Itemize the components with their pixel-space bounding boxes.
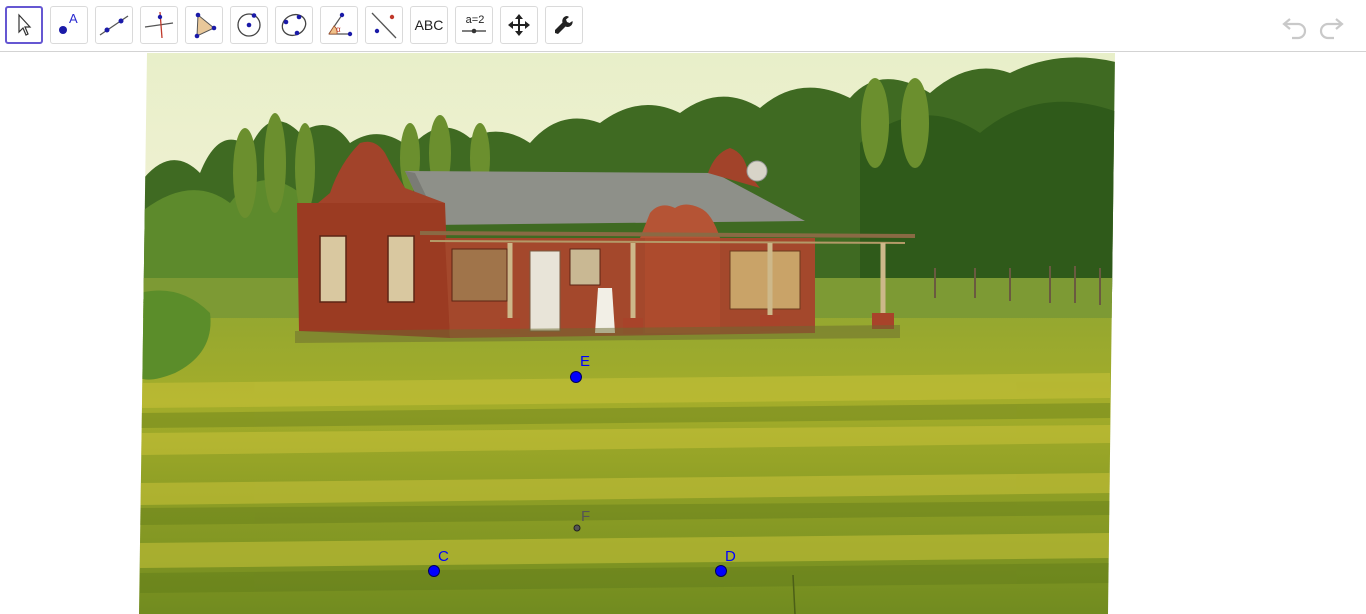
point-d[interactable] [715,565,727,577]
slider-tool-label: a=2 [465,14,485,26]
perpendicular-line-tool-button[interactable] [140,6,178,44]
text-tool-label: ABC [414,17,444,33]
point-f-label: F [581,508,591,525]
polygon-icon [194,12,217,39]
angle-icon: α [328,12,353,37]
move-graphics-view-button[interactable] [500,6,538,44]
toolbar: A α ABC a=2 [0,0,1366,52]
move-arrows-icon [508,14,530,36]
point-e-label: E [580,353,591,370]
point-tool-button[interactable]: A [50,6,88,44]
circle-icon [237,13,261,37]
perpendicular-line-icon [144,11,174,39]
polygon-tool-button[interactable] [185,6,223,44]
slider-tool-button[interactable]: a=2 [455,6,493,44]
angle-tool-button[interactable]: α [320,6,358,44]
text-tool-button[interactable]: ABC [410,6,448,44]
line-icon [99,15,129,36]
graphics-view[interactable]: E F C D [0,53,1366,614]
undo-icon[interactable] [1280,12,1310,40]
move-tool-button[interactable] [5,6,43,44]
svg-text:A: A [69,11,78,26]
point-e[interactable] [570,371,582,383]
point-c[interactable] [428,565,440,577]
line-tool-button[interactable] [95,6,133,44]
point-c-label: C [438,548,449,565]
conic-tool-button[interactable] [275,6,313,44]
redo-icon[interactable] [1316,12,1346,40]
conic-icon [281,13,307,37]
arrow-cursor-icon [18,13,32,36]
circle-tool-button[interactable] [230,6,268,44]
point-f[interactable] [573,524,581,532]
reflect-tool-button[interactable] [365,6,403,44]
settings-tool-button[interactable] [545,6,583,44]
geometry-layer [428,371,727,577]
wrench-icon [555,16,573,34]
svg-text:α: α [336,25,341,34]
reflect-about-line-icon [371,12,397,39]
point-d-label: D [725,548,736,565]
point-icon: A [59,11,78,34]
